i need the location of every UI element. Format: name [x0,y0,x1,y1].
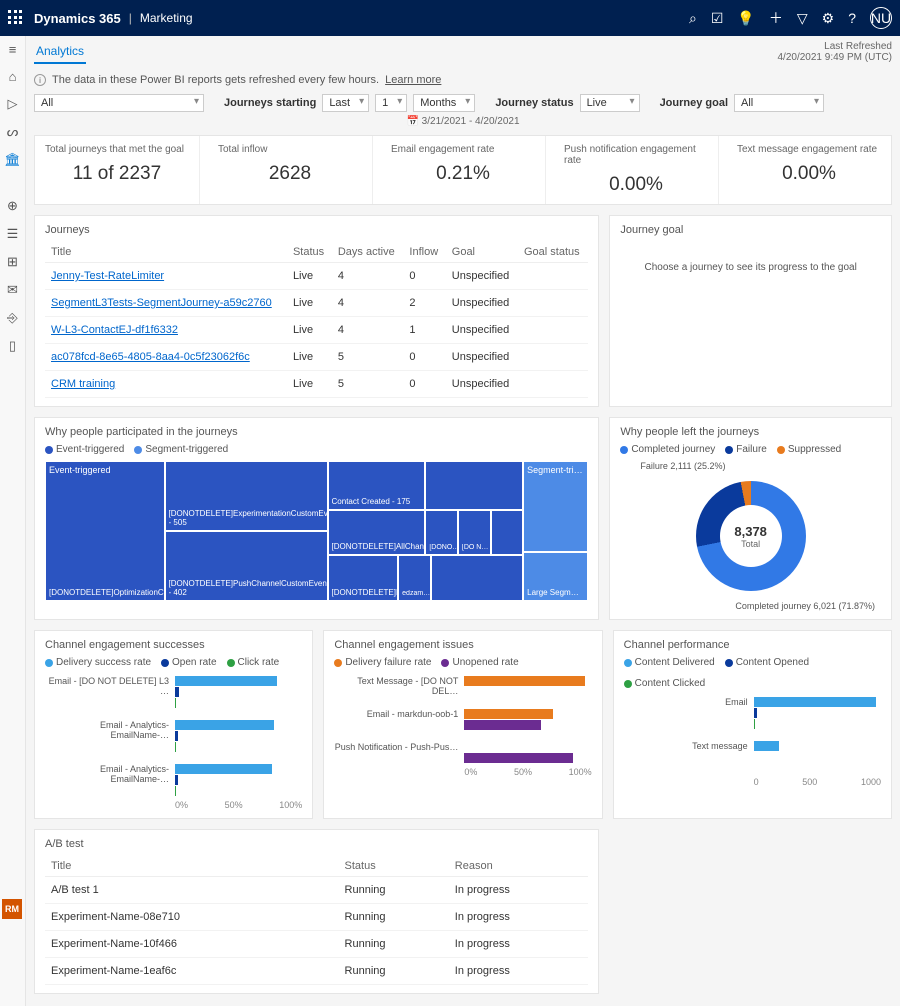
filter-journey-status[interactable]: Live [580,94,640,112]
kpi: Email engagement rate0.21% [381,136,546,204]
kpi: Total journeys that met the goal11 of 22… [35,136,200,204]
nav-mail-icon[interactable]: ✉ [7,282,18,298]
treemap-cell[interactable] [491,510,524,555]
table-row[interactable]: Experiment-Name-1eaf6cRunningIn progress [45,958,588,985]
table-row[interactable]: Experiment-Name-08e710RunningIn progress [45,904,588,931]
bar-row: Email - Analytics-EmailName-… [45,764,302,796]
bar-row: Email [624,697,881,729]
bar-row: Email - [DO NOT DELETE] L3 … [45,676,302,708]
top-bar: Dynamics 365 | Marketing ⌕ ☑ 💡 ＋ ▽ ⚙ ? N… [0,0,900,36]
left-journeys-card: Why people left the journeys Completed j… [609,417,892,620]
last-refreshed: Last Refreshed 4/20/2021 9:49 PM (UTC) [778,41,893,63]
kpi: Push notification engagement rate0.00% [554,136,719,204]
treemap-cell[interactable]: [DONOTDELETE]PushChannelCustomEvent - 40… [165,531,328,601]
filter-journeys-starting-label: Journeys starting [224,97,316,109]
journeys-table: TitleStatusDays activeInflowGoalGoal sta… [45,242,588,398]
app-name: Dynamics 365 [34,11,121,26]
nav-broadcast-icon[interactable]: ⎆ [7,310,17,326]
bar-row: Email - markdun-oob-1 [334,709,591,730]
filter-all[interactable]: All [34,94,204,112]
filter-mode[interactable]: Last [322,94,369,112]
date-range-label: 📅 3/21/2021 - 4/20/2021 [34,116,892,127]
bar-row: Text Message - [DO NOT DEL… [334,676,591,697]
help-icon[interactable]: ? [848,10,856,26]
treemap-cell[interactable]: [DONOTDELETE]ExperimentationCustomEvent … [165,461,328,531]
kpi: Text message engagement rate0.00% [727,136,891,204]
nav-phone-icon[interactable]: ▯ [9,338,16,354]
nav-menu-icon[interactable]: ≡ [9,42,17,57]
filter-icon[interactable]: ▽ [797,10,808,27]
treemap-cell[interactable]: [DONO… [425,510,458,555]
journey-goal-card: Journey goal Choose a journey to see its… [609,215,892,407]
module-name: Marketing [140,11,193,25]
treemap-cell[interactable]: Large Segm… [523,552,588,601]
treemap-cell[interactable]: edzam… [398,555,431,601]
settings-icon[interactable]: ⚙ [822,10,835,27]
add-icon[interactable]: ＋ [769,8,783,28]
table-row[interactable]: A/B test 1RunningIn progress [45,877,588,904]
nav-analytics-icon[interactable]: 🏛 [4,152,21,168]
nav-grid-icon[interactable]: ⊞ [7,254,18,270]
bar-row: Email - Analytics-EmailName-… [45,720,302,752]
filter-unit[interactable]: Months [413,94,475,112]
ch-perf-card: Channel performance Content DeliveredCon… [613,630,892,819]
task-icon[interactable]: ☑ [711,10,724,27]
nav-pin-icon[interactable]: ▷ [8,96,18,112]
table-row[interactable]: Experiment-Name-10f466RunningIn progress [45,931,588,958]
treemap-cell[interactable]: Event-triggered [DONOTDELETE]Optimizatio… [45,461,165,601]
treemap-chart[interactable]: Event-triggered [DONOTDELETE]Optimizatio… [45,461,588,601]
bar-row: Text message [624,741,881,773]
treemap-cell[interactable]: Segment-tri… [523,461,588,552]
nav-list-icon[interactable]: ☰ [7,226,19,242]
rm-badge: RM [2,899,22,919]
treemap-cell[interactable] [431,555,523,601]
filter-journey-goal[interactable]: All [734,94,824,112]
nav-journey-icon[interactable]: ᔕ [7,124,19,140]
filter-num[interactable]: 1 [375,94,407,112]
info-icon: i [34,74,46,86]
journeys-card: Journeys TitleStatusDays activeInflowGoa… [34,215,599,407]
ch-succ-card: Channel engagement successes Delivery su… [34,630,313,819]
treemap-cell[interactable]: [DONOTDELETE]AllChan… [328,510,426,555]
lightbulb-icon[interactable]: 💡 [737,10,754,27]
filter-journey-status-label: Journey status [495,97,573,109]
table-row[interactable]: W-L3-ContactEJ-df1f6332Live41Unspecified [45,317,588,344]
nav-home-icon[interactable]: ⌂ [9,69,17,84]
tab-analytics[interactable]: Analytics [34,40,86,64]
treemap-cell[interactable]: [DONOTDELETE]EmailCh… [328,555,399,601]
left-nav: ≡ ⌂ ▷ ᔕ 🏛 ⊕ ☰ ⊞ ✉ ⎆ ▯ [0,36,26,1006]
avatar[interactable]: NU [870,7,892,29]
participated-card: Why people participated in the journeys … [34,417,599,620]
waffle-icon[interactable] [8,10,24,26]
table-row[interactable]: SegmentL3Tests-SegmentJourney-a59c2760Li… [45,290,588,317]
ch-iss-card: Channel engagement issues Delivery failu… [323,630,602,819]
search-icon[interactable]: ⌕ [689,10,697,27]
treemap-cell[interactable] [425,461,523,510]
filter-journey-goal-label: Journey goal [660,97,728,109]
donut-chart[interactable]: 8,378Total [696,481,806,591]
table-row[interactable]: CRM trainingLive50Unspecified [45,371,588,398]
treemap-cell[interactable]: Contact Created - 175 [328,461,426,510]
refresh-note: i The data in these Power BI reports get… [34,74,892,86]
table-row[interactable]: Jenny-Test-RateLimiterLive40Unspecified [45,263,588,290]
learn-more-link[interactable]: Learn more [385,74,441,86]
treemap-cell[interactable]: [DO N… [458,510,491,555]
kpi: Total inflow2628 [208,136,373,204]
abtest-card: A/B test TitleStatusReason A/B test 1Run… [34,829,599,994]
abtest-table: TitleStatusReason A/B test 1RunningIn pr… [45,856,588,985]
kpi-row: Total journeys that met the goal11 of 22… [34,135,892,205]
table-row[interactable]: ac078fcd-8e65-4805-8aa4-0c5f23062f6cLive… [45,344,588,371]
bar-row: Push Notification - Push-Pus… [334,742,591,763]
nav-globe-icon[interactable]: ⊕ [7,198,18,214]
